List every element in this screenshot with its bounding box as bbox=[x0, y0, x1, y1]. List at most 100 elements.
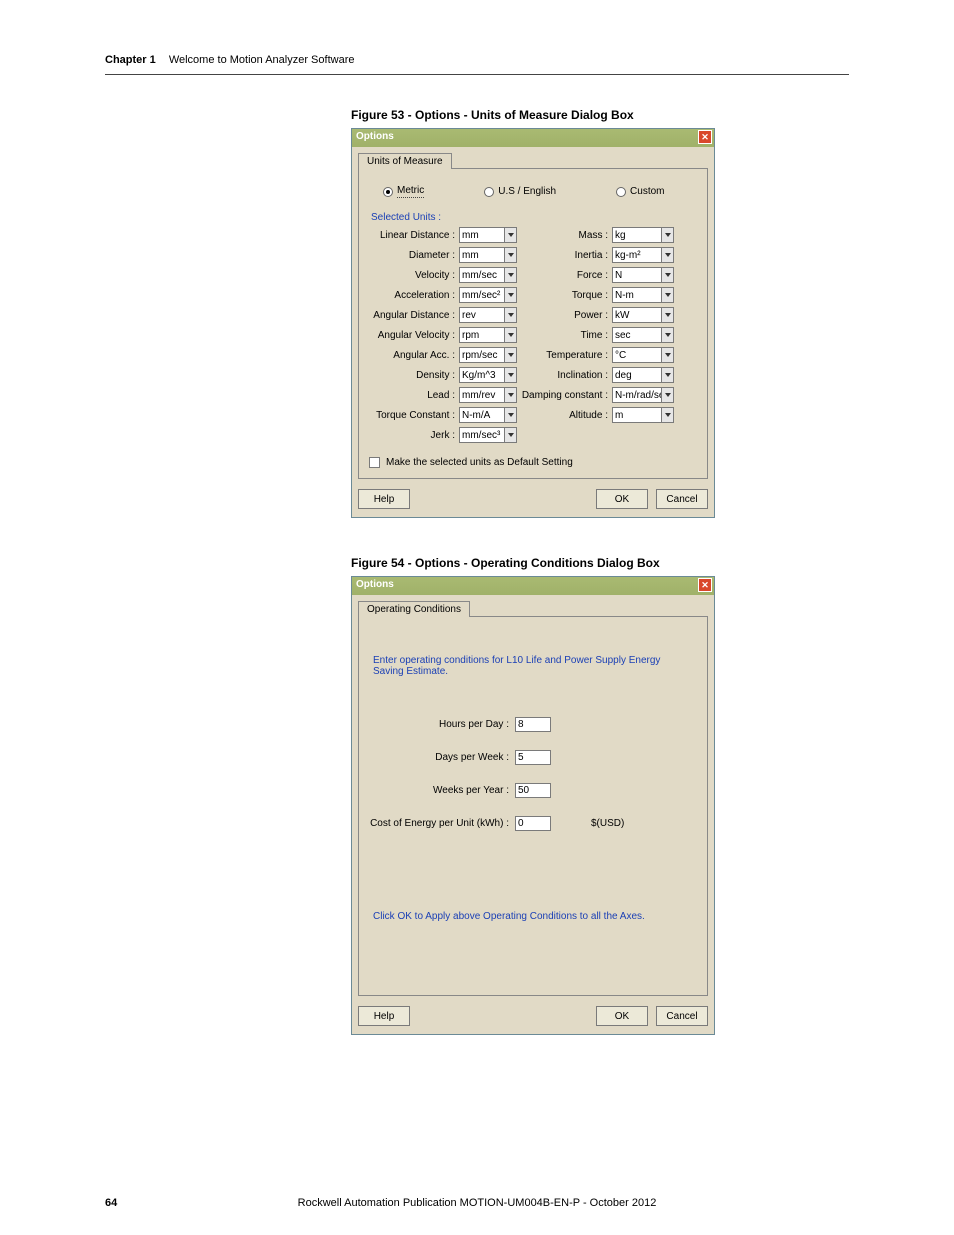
figure-54-block: Figure 54 - Options - Operating Conditio… bbox=[351, 556, 715, 1035]
oc-input-0[interactable]: 8 bbox=[515, 717, 551, 732]
unit-label: Density : bbox=[369, 370, 459, 381]
radio-icon bbox=[484, 187, 494, 197]
chevron-down-icon[interactable] bbox=[504, 407, 517, 423]
dialog-title: Options bbox=[356, 579, 394, 590]
unit-combo-left-9[interactable]: N-m/A bbox=[459, 407, 517, 423]
combo-value: mm bbox=[459, 247, 504, 263]
tab-strip: Operating Conditions bbox=[352, 601, 714, 617]
combo-value: Kg/m^3 bbox=[459, 367, 504, 383]
unit-combo-right-0[interactable]: kg bbox=[612, 227, 674, 243]
button-bar: Help OK Cancel bbox=[352, 489, 714, 517]
chevron-down-icon[interactable] bbox=[504, 327, 517, 343]
oc-input-1[interactable]: 5 bbox=[515, 750, 551, 765]
chevron-down-icon[interactable] bbox=[504, 267, 517, 283]
unit-combo-right-8[interactable]: N-m/rad/sec bbox=[612, 387, 674, 403]
combo-value: kg bbox=[612, 227, 661, 243]
chevron-down-icon[interactable] bbox=[504, 287, 517, 303]
unit-label: Jerk : bbox=[369, 430, 459, 441]
combo-value: °C bbox=[612, 347, 661, 363]
tab-body: Enter operating conditions for L10 Life … bbox=[358, 616, 708, 996]
radio-icon bbox=[383, 187, 393, 197]
chevron-down-icon[interactable] bbox=[504, 307, 517, 323]
tab-units-of-measure[interactable]: Units of Measure bbox=[358, 153, 452, 169]
unit-combo-left-6[interactable]: rpm/sec bbox=[459, 347, 517, 363]
unit-combo-left-8[interactable]: mm/rev bbox=[459, 387, 517, 403]
unit-combo-left-5[interactable]: rpm bbox=[459, 327, 517, 343]
help-button[interactable]: Help bbox=[358, 1006, 410, 1026]
oc-input-2[interactable]: 50 bbox=[515, 783, 551, 798]
chevron-down-icon[interactable] bbox=[504, 247, 517, 263]
unit-label: Temperature : bbox=[517, 350, 612, 361]
oc-row: Weeks per Year :50 bbox=[369, 783, 697, 798]
chevron-down-icon[interactable] bbox=[504, 387, 517, 403]
combo-value: kg-m² bbox=[612, 247, 661, 263]
unit-combo-right-2[interactable]: N bbox=[612, 267, 674, 283]
chevron-down-icon[interactable] bbox=[661, 347, 674, 363]
cancel-button[interactable]: Cancel bbox=[656, 489, 708, 509]
combo-value: mm/rev bbox=[459, 387, 504, 403]
units-system-radios: Metric U.S / English Custom bbox=[383, 185, 697, 198]
dialog-titlebar: Options ✕ bbox=[352, 129, 714, 147]
unit-label: Damping constant : bbox=[517, 390, 612, 401]
figure-53-block: Figure 53 - Options - Units of Measure D… bbox=[351, 108, 715, 518]
radio-icon bbox=[616, 187, 626, 197]
unit-combo-left-3[interactable]: mm/sec² bbox=[459, 287, 517, 303]
chevron-down-icon[interactable] bbox=[661, 307, 674, 323]
unit-combo-right-4[interactable]: kW bbox=[612, 307, 674, 323]
unit-label: Acceleration : bbox=[369, 290, 459, 301]
unit-label: Force : bbox=[517, 270, 612, 281]
combo-value: mm bbox=[459, 227, 504, 243]
unit-combo-left-0[interactable]: mm bbox=[459, 227, 517, 243]
close-icon[interactable]: ✕ bbox=[698, 130, 712, 144]
default-setting-checkbox[interactable] bbox=[369, 457, 380, 468]
combo-value: deg bbox=[612, 367, 661, 383]
unit-label: Linear Distance : bbox=[369, 230, 459, 241]
radio-metric[interactable]: Metric bbox=[383, 185, 424, 198]
selected-units-label: Selected Units : bbox=[371, 212, 697, 223]
unit-label: Velocity : bbox=[369, 270, 459, 281]
chevron-down-icon[interactable] bbox=[661, 227, 674, 243]
oc-input-3[interactable]: 0 bbox=[515, 816, 551, 831]
chevron-down-icon[interactable] bbox=[661, 407, 674, 423]
close-icon[interactable]: ✕ bbox=[698, 578, 712, 592]
unit-combo-right-6[interactable]: °C bbox=[612, 347, 674, 363]
unit-combo-left-4[interactable]: rev bbox=[459, 307, 517, 323]
chevron-down-icon[interactable] bbox=[504, 427, 517, 443]
chevron-down-icon[interactable] bbox=[661, 387, 674, 403]
unit-combo-right-1[interactable]: kg-m² bbox=[612, 247, 674, 263]
unit-label: Torque Constant : bbox=[369, 410, 459, 421]
unit-combo-right-3[interactable]: N-m bbox=[612, 287, 674, 303]
combo-value: N bbox=[612, 267, 661, 283]
chevron-down-icon[interactable] bbox=[661, 287, 674, 303]
unit-combo-right-7[interactable]: deg bbox=[612, 367, 674, 383]
unit-combo-right-5[interactable]: sec bbox=[612, 327, 674, 343]
radio-us-english[interactable]: U.S / English bbox=[484, 185, 556, 198]
chevron-down-icon[interactable] bbox=[661, 267, 674, 283]
unit-label: Inclination : bbox=[517, 370, 612, 381]
help-button[interactable]: Help bbox=[358, 489, 410, 509]
chevron-down-icon[interactable] bbox=[504, 367, 517, 383]
chevron-down-icon[interactable] bbox=[661, 367, 674, 383]
options-dialog-operating: Options ✕ Operating Conditions Enter ope… bbox=[351, 576, 715, 1035]
unit-combo-left-2[interactable]: mm/sec bbox=[459, 267, 517, 283]
unit-combo-right-9[interactable]: m bbox=[612, 407, 674, 423]
page-header: Chapter 1 Welcome to Motion Analyzer Sof… bbox=[105, 54, 849, 75]
ok-button[interactable]: OK bbox=[596, 1006, 648, 1026]
radio-custom[interactable]: Custom bbox=[616, 185, 664, 198]
unit-combo-left-1[interactable]: mm bbox=[459, 247, 517, 263]
unit-label: Altitude : bbox=[517, 410, 612, 421]
combo-value: N-m bbox=[612, 287, 661, 303]
oc-row: Hours per Day :8 bbox=[369, 717, 697, 732]
tab-operating-conditions[interactable]: Operating Conditions bbox=[358, 601, 470, 617]
chevron-down-icon[interactable] bbox=[504, 347, 517, 363]
chevron-down-icon[interactable] bbox=[504, 227, 517, 243]
chevron-down-icon[interactable] bbox=[661, 327, 674, 343]
chevron-down-icon[interactable] bbox=[661, 247, 674, 263]
combo-value: N-m/A bbox=[459, 407, 504, 423]
unit-combo-left-7[interactable]: Kg/m^3 bbox=[459, 367, 517, 383]
ok-button[interactable]: OK bbox=[596, 489, 648, 509]
cancel-button[interactable]: Cancel bbox=[656, 1006, 708, 1026]
unit-combo-left-10[interactable]: mm/sec³ bbox=[459, 427, 517, 443]
combo-value: rev bbox=[459, 307, 504, 323]
unit-label: Time : bbox=[517, 330, 612, 341]
